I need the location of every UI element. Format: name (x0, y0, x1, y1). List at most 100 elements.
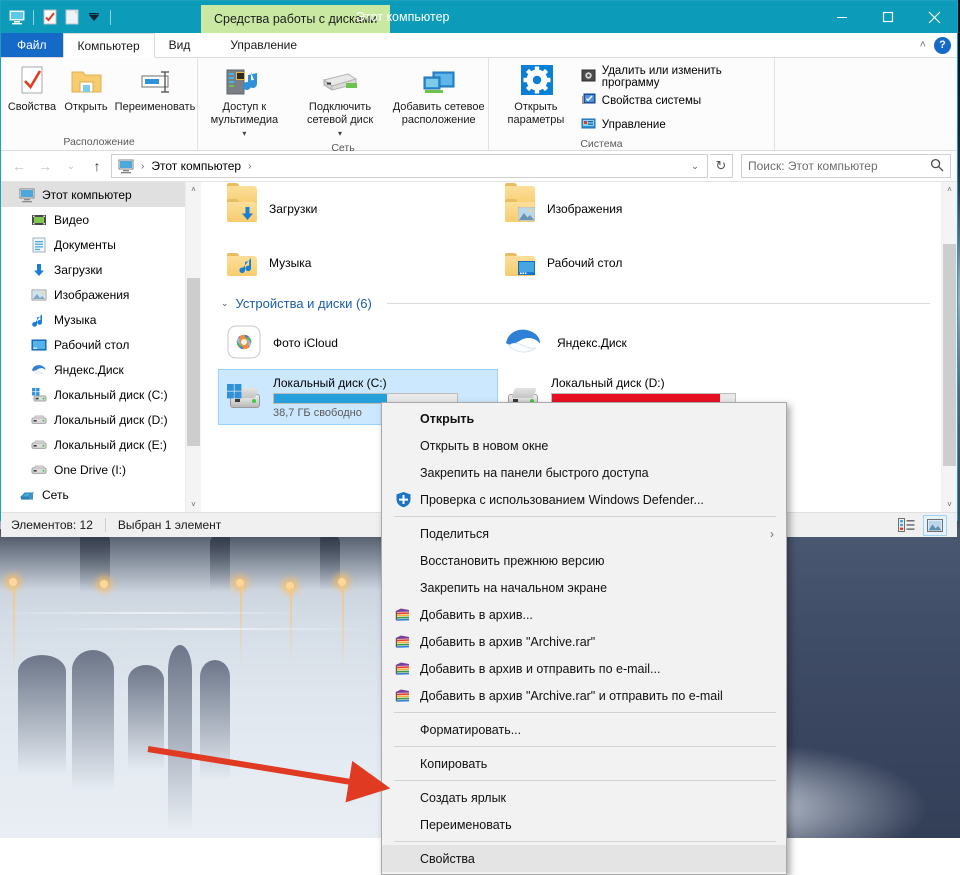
this-pc-icon[interactable] (8, 8, 26, 26)
close-button[interactable] (911, 1, 957, 33)
tab-computer[interactable]: Компьютер (63, 33, 155, 58)
wallpaper-reflection (18, 655, 66, 775)
minimize-button[interactable] (819, 1, 865, 33)
ribbon-right-controls: ˄ ? (920, 33, 951, 57)
menu-item-share[interactable]: Поделиться › (382, 520, 786, 547)
scroll-down-icon[interactable]: ˅ (942, 497, 957, 512)
chevron-down-icon[interactable]: ⌄ (221, 298, 229, 309)
menu-item-scan-defender[interactable]: Проверка с использованием Windows Defend… (382, 486, 786, 513)
menu-item-open[interactable]: Открыть (382, 405, 786, 432)
sidebar-item-local-disk-d[interactable]: Локальный диск (D:) (1, 407, 201, 432)
help-icon[interactable]: ? (934, 37, 951, 54)
properties-icon[interactable] (41, 8, 59, 26)
ribbon-button-label: Подключить сетевой диск (295, 101, 386, 127)
menu-item-add-to-archive[interactable]: Добавить в архив... (382, 601, 786, 628)
ribbon-button-computer-management[interactable]: Управление (577, 114, 774, 136)
sidebar-item-one-drive[interactable]: One Drive (I:) (1, 457, 201, 482)
sidebar-item-network[interactable]: Сеть (1, 482, 201, 507)
back-button[interactable]: ← (7, 155, 31, 177)
ribbon-button-add-network-location[interactable]: Добавить сетевое расположение (389, 64, 488, 127)
menu-item-open-new-window[interactable]: Открыть в новом окне (382, 432, 786, 459)
content-scrollbar[interactable]: ˄ ˅ (941, 182, 957, 512)
ribbon-button-open-settings[interactable]: Открыть параметры (501, 64, 571, 127)
winrar-icon (392, 606, 414, 624)
sidebar-item-pictures[interactable]: Изображения (1, 282, 201, 307)
sidebar-item-videos[interactable]: Видео (1, 207, 201, 232)
sidebar-item-local-disk-e[interactable]: Локальный диск (E:) (1, 432, 201, 457)
menu-item-properties[interactable]: Свойства (382, 845, 786, 872)
ribbon-button-open[interactable]: Открыть (59, 64, 113, 114)
customize-dropdown-icon[interactable] (85, 8, 103, 26)
ribbon-button-properties[interactable]: Свойства (5, 64, 59, 114)
menu-item-copy[interactable]: Копировать (382, 750, 786, 777)
list-item-pictures[interactable]: Изображения (497, 182, 775, 236)
search-icon[interactable] (930, 158, 944, 175)
wallpaper-light-reflection (13, 586, 15, 676)
menu-item-label: Восстановить прежнюю версию (420, 554, 605, 568)
breadcrumb-separator[interactable]: › (245, 161, 254, 172)
chevron-down-icon[interactable]: ▾ (338, 127, 342, 140)
view-buttons (895, 515, 947, 536)
tab-file[interactable]: Файл (1, 33, 63, 57)
forward-button[interactable]: → (33, 155, 57, 177)
menu-item-pin-to-start[interactable]: Закрепить на начальном экране (382, 574, 786, 601)
menu-item-rename[interactable]: Переименовать (382, 811, 786, 838)
menu-item-format[interactable]: Форматировать... (382, 716, 786, 743)
wallpaper-shore-light (9, 578, 17, 586)
list-item-yandex-disk[interactable]: Яндекс.Диск (497, 316, 775, 370)
large-icons-view-icon[interactable] (923, 515, 947, 536)
details-view-icon[interactable] (895, 516, 917, 535)
ribbon-button-map-drive[interactable]: Подключить сетевой диск ▾ (293, 64, 388, 140)
sidebar-item-music[interactable]: Музыка (1, 307, 201, 332)
content-scrollbar-thumb[interactable] (943, 244, 956, 466)
list-item-downloads[interactable]: Загрузки (219, 182, 497, 236)
menu-item-pin-quick-access[interactable]: Закрепить на панели быстрого доступа (382, 459, 786, 486)
title-bar: Средства работы с дисками Этот компьютер (1, 1, 957, 33)
search-input[interactable]: Поиск: Этот компьютер (741, 154, 951, 178)
drive-icon (31, 462, 47, 478)
folder-row: Загрузки Изображения (219, 182, 942, 236)
section-header-devices[interactable]: ⌄ Устройства и диски (6) (219, 290, 944, 316)
sidebar-item-label: Рабочий стол (54, 338, 129, 352)
ribbon-button-rename[interactable]: Переименовать (113, 64, 197, 114)
sidebar-item-local-disk-c[interactable]: Локальный диск (C:) (1, 382, 201, 407)
breadcrumb-root-icon[interactable] (114, 158, 138, 174)
ribbon-button-uninstall-program[interactable]: Удалить или изменить программу (577, 66, 774, 88)
sidebar-item-this-pc[interactable]: Этот компьютер (1, 182, 201, 207)
videos-icon (31, 212, 47, 228)
ribbon-button-media-access[interactable]: Доступ к мультимедиа ▾ (198, 64, 291, 140)
tab-manage[interactable]: Управление (204, 33, 323, 57)
breadcrumb-item-this-pc[interactable]: Этот компьютер (147, 159, 245, 173)
nav-scrollbar-thumb[interactable] (187, 278, 200, 446)
list-item-desktop[interactable]: Рабочий стол (497, 236, 775, 290)
sidebar-item-documents[interactable]: Документы (1, 232, 201, 257)
pictures-icon (31, 287, 47, 303)
breadcrumb-dropdown-icon[interactable]: ⌄ (685, 161, 705, 172)
maximize-button[interactable] (865, 1, 911, 33)
menu-item-archive-and-email[interactable]: Добавить в архив и отправить по e-mail..… (382, 655, 786, 682)
item-label: Изображения (547, 202, 622, 216)
list-item-icloud-photos[interactable]: Фото iCloud (219, 316, 497, 370)
sidebar-item-yandex-disk[interactable]: Яндекс.Диск (1, 357, 201, 382)
sidebar-item-desktop[interactable]: Рабочий стол (1, 332, 201, 357)
recent-locations-button[interactable]: ⌄ (59, 155, 83, 177)
chevron-down-icon[interactable]: ▾ (242, 127, 246, 140)
nav-pane-scrollbar[interactable]: ˄ ˅ (185, 182, 201, 512)
menu-item-create-shortcut[interactable]: Создать ярлык (382, 784, 786, 811)
breadcrumb[interactable]: › Этот компьютер › ⌄ (111, 154, 708, 178)
sidebar-item-downloads[interactable]: Загрузки (1, 257, 201, 282)
menu-item-add-to-archive-named[interactable]: Добавить в архив "Archive.rar" (382, 628, 786, 655)
new-folder-icon[interactable] (63, 8, 81, 26)
tab-view[interactable]: Вид (155, 33, 205, 57)
menu-item-restore-previous-versions[interactable]: Восстановить прежнюю версию (382, 547, 786, 574)
scroll-up-icon[interactable]: ˄ (186, 182, 201, 197)
refresh-button[interactable]: ↻ (710, 154, 733, 178)
chevron-up-icon[interactable]: ˄ (920, 39, 926, 51)
scroll-down-icon[interactable]: ˅ (186, 497, 201, 512)
ribbon-button-system-properties[interactable]: Свойства системы (577, 90, 774, 112)
menu-item-archive-named-and-email[interactable]: Добавить в архив "Archive.rar" и отправи… (382, 682, 786, 709)
list-item-music[interactable]: Музыка (219, 236, 497, 290)
sidebar-item-label: Локальный диск (C:) (54, 388, 168, 402)
scroll-up-icon[interactable]: ˄ (942, 182, 957, 197)
up-button[interactable]: ↑ (85, 155, 109, 177)
